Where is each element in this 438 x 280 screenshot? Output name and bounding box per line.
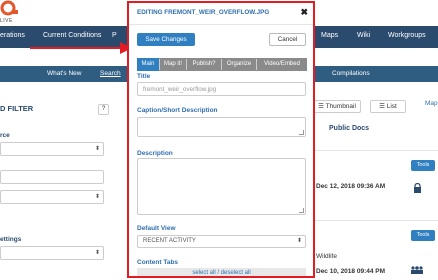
logo-icon	[0, 0, 22, 16]
tab-map-it[interactable]: Map it!	[160, 58, 186, 71]
tools-button[interactable]: Tools	[411, 230, 435, 241]
description-input[interactable]	[137, 158, 306, 215]
source-select[interactable]: ⬍	[0, 142, 104, 156]
cancel-button[interactable]: Cancel	[269, 33, 306, 46]
chevron-updown-icon: ⬍	[94, 146, 100, 152]
filter-select[interactable]: ⬍	[0, 190, 104, 204]
source-label: rce	[0, 132, 10, 139]
logo[interactable]: LIVE	[0, 0, 26, 24]
map-view-link[interactable]: Map	[425, 100, 438, 107]
tab-organize[interactable]: Organize	[222, 58, 256, 71]
caption-label: Caption/Short Description	[137, 107, 218, 114]
chevron-updown-icon: ⬍	[94, 250, 100, 256]
modal-header: EDITING FREMONT_WEIR_OVERFLOW.JPG ✖	[129, 3, 313, 25]
caption-input[interactable]	[137, 117, 306, 137]
filter-field[interactable]	[0, 170, 104, 184]
row-tag: Wildlife	[316, 253, 337, 260]
row-divider	[312, 220, 438, 221]
default-view-select[interactable]: RECENT ACTIVITY ⬍	[137, 235, 306, 248]
help-button[interactable]: ?	[98, 104, 109, 115]
chevron-updown-icon: ⬍	[296, 238, 302, 244]
content-tabs-label: Content Tabs	[137, 259, 179, 266]
tab-compilations[interactable]: Compilations	[332, 70, 370, 77]
thumbnail-view-button[interactable]: ☰ Thumbnail	[313, 100, 361, 113]
settings-select[interactable]: ⬍	[0, 246, 104, 260]
group-icon	[410, 266, 424, 274]
tab-whats-new[interactable]: What's New	[47, 70, 81, 77]
nav-workgroups[interactable]: Workgroups	[388, 32, 426, 39]
tab-main[interactable]: Main	[137, 58, 159, 71]
nav-partial[interactable]: P	[112, 32, 117, 39]
save-changes-button[interactable]: Save Changes	[137, 33, 195, 46]
tools-button[interactable]: Tools	[411, 160, 435, 171]
chevron-updown-icon: ⬍	[94, 194, 100, 200]
close-icon[interactable]: ✖	[300, 7, 308, 18]
resize-handle-icon[interactable]	[299, 130, 304, 135]
filter-title: D FILTER	[0, 104, 34, 113]
title-input[interactable]: fremont_weir_overflow.jpg	[137, 82, 306, 96]
list-label: List	[386, 103, 397, 110]
row-date: Dec 12, 2018 09:36 AM	[316, 183, 386, 190]
tab-separator	[256, 59, 257, 70]
edit-document-modal: EDITING FREMONT_WEIR_OVERFLOW.JPG ✖ Save…	[127, 1, 315, 278]
tab-separator	[221, 59, 222, 70]
row-date: Dec 10, 2018 09:44 PM	[316, 268, 386, 275]
modal-title: EDITING FREMONT_WEIR_OVERFLOW.JPG	[137, 9, 270, 16]
tab-separator	[159, 59, 160, 70]
public-docs-header: Public Docs	[329, 125, 370, 132]
default-view-value: RECENT ACTIVITY	[143, 238, 196, 244]
select-all-link[interactable]: select all / deselect all	[137, 268, 306, 276]
lock-icon	[413, 182, 422, 193]
description-label: Description	[137, 150, 173, 157]
tab-publish[interactable]: Publish?	[187, 58, 221, 71]
tab-search[interactable]: Search	[100, 70, 121, 77]
row-divider	[312, 150, 438, 151]
nav-wiki[interactable]: Wiki	[357, 32, 370, 39]
title-label: Title	[137, 73, 151, 80]
thumbnail-label: Thumbnail	[325, 103, 356, 110]
red-arrow-annotation	[30, 42, 132, 54]
list-view-button[interactable]: ☰ List	[370, 100, 406, 113]
resize-handle-icon[interactable]	[299, 208, 304, 213]
default-view-label: Default View	[137, 225, 176, 232]
nav-maps[interactable]: Maps	[321, 32, 338, 39]
logo-text: LIVE	[0, 18, 13, 24]
modal-tabs: Main Map it! Publish? Organize Video/Emb…	[137, 58, 307, 71]
tab-video-embed[interactable]: Video/Embed	[257, 58, 307, 71]
settings-label: ettings	[0, 236, 22, 243]
nav-operations[interactable]: erations	[0, 32, 25, 39]
tab-separator	[186, 59, 187, 70]
nav-current-conditions[interactable]: Current Conditions	[43, 32, 101, 39]
